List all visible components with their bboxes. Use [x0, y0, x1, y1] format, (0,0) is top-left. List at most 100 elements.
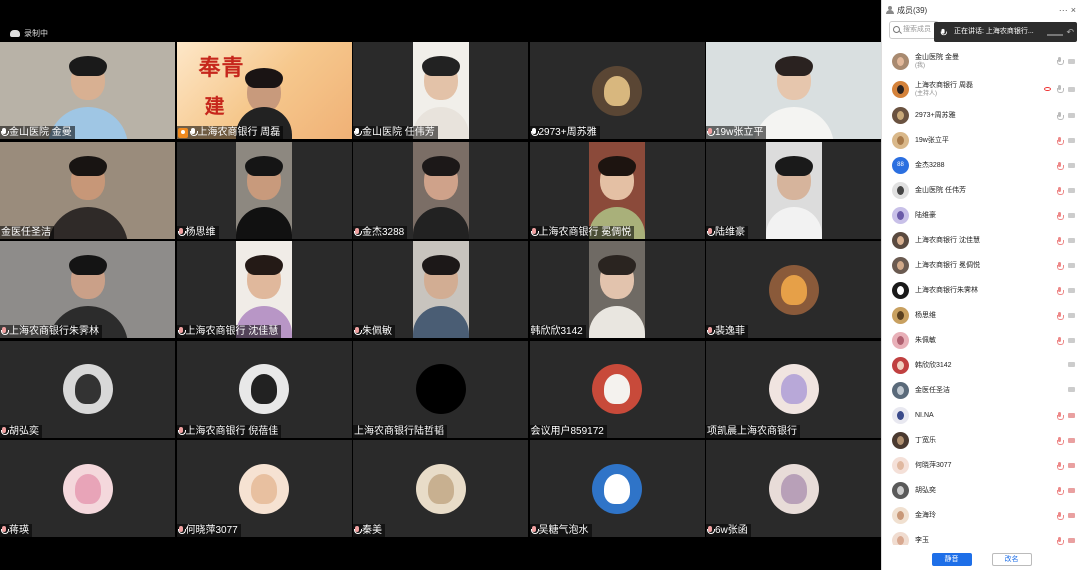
- video-tile[interactable]: 杨思维: [176, 141, 352, 239]
- member-row[interactable]: 金海玲: [882, 503, 1080, 528]
- member-row[interactable]: NI.NA: [882, 403, 1080, 428]
- mute-all-button[interactable]: 静音: [931, 552, 972, 566]
- video-tile[interactable]: 上海农商银行 倪蓓佳: [176, 340, 352, 438]
- member-row[interactable]: 何晓萍3077: [882, 453, 1080, 478]
- camera-icon[interactable]: [1068, 263, 1075, 268]
- video-tile[interactable]: 吴糖气泡水: [529, 440, 705, 537]
- participant-avatar: [415, 463, 466, 514]
- mic-muted-icon[interactable]: [1057, 436, 1064, 445]
- mic-icon[interactable]: [1057, 85, 1064, 93]
- mic-icon[interactable]: [1057, 57, 1064, 65]
- member-row[interactable]: 上海农商银行朱霁林: [882, 278, 1080, 303]
- video-tile[interactable]: 6w张函: [706, 440, 881, 537]
- video-tile[interactable]: 金山医院 任伟芳: [353, 42, 528, 139]
- member-row[interactable]: 上海农商银行 周磊 (主持人): [882, 75, 1080, 103]
- camera-icon[interactable]: [1068, 213, 1075, 218]
- member-row[interactable]: 丁宽乐: [882, 428, 1080, 453]
- member-row[interactable]: 88 金杰3288: [882, 153, 1080, 178]
- video-tile[interactable]: 上海农商银行 沈佳慧: [176, 241, 352, 338]
- avatar-figure: [897, 286, 904, 295]
- video-tile[interactable]: 项凯晨上海农商银行: [706, 340, 881, 438]
- member-row[interactable]: 陆维豪: [882, 203, 1080, 228]
- video-tile[interactable]: 会议用户859172: [529, 340, 705, 438]
- mic-muted-icon[interactable]: [1057, 161, 1064, 170]
- mic-muted-icon[interactable]: [1057, 236, 1064, 245]
- member-row[interactable]: 朱佩敏: [882, 328, 1080, 353]
- video-tile[interactable]: 裴逸菲: [706, 241, 881, 338]
- camera-off-icon[interactable]: [1068, 538, 1075, 543]
- member-row[interactable]: 上海农商银行 沈佳慧: [882, 228, 1080, 253]
- member-row[interactable]: 李玉: [882, 528, 1080, 545]
- mic-muted-icon[interactable]: [1057, 311, 1064, 320]
- mic-muted-icon[interactable]: [1057, 261, 1064, 270]
- participant-nameplate: 19w张立平: [706, 126, 767, 139]
- camera-icon[interactable]: [1068, 188, 1075, 193]
- camera-icon[interactable]: [1068, 338, 1075, 343]
- camera-off-icon[interactable]: [1068, 463, 1075, 468]
- mic-muted-icon[interactable]: [1057, 186, 1064, 195]
- member-row[interactable]: 2973+周苏雅: [882, 103, 1080, 128]
- video-tile[interactable]: 金山医院 金曼: [0, 42, 175, 139]
- mic-muted-icon[interactable]: [1057, 136, 1064, 145]
- rename-button[interactable]: 改名: [991, 552, 1032, 566]
- video-tile[interactable]: 19w张立平: [706, 42, 881, 139]
- camera-icon[interactable]: [1068, 58, 1075, 64]
- participant-avatar: [768, 264, 819, 315]
- member-list[interactable]: 金山医院 金曼 (我) 上海农商银行 周磊 (主持人) 2973+周苏雅 19w张立平 88…: [882, 47, 1080, 545]
- camera-off-icon[interactable]: [1068, 488, 1075, 493]
- video-tile[interactable]: 奉青建上海农商银行 周磊: [176, 42, 352, 139]
- participant-nameplate: 蒋瑛: [0, 524, 32, 537]
- member-status-icons: [1057, 161, 1075, 170]
- camera-icon[interactable]: [1068, 238, 1075, 243]
- member-row[interactable]: 金山医院 金曼 (我): [882, 47, 1080, 75]
- camera-icon[interactable]: [1068, 288, 1075, 293]
- video-tile[interactable]: 朱佩敏: [353, 241, 528, 338]
- mic-muted-icon[interactable]: [1057, 286, 1064, 295]
- mic-muted-icon[interactable]: [1057, 486, 1064, 495]
- member-status-icons: [1057, 186, 1075, 195]
- more-options-button[interactable]: ···: [1059, 5, 1068, 15]
- camera-icon[interactable]: [1068, 361, 1075, 367]
- mic-muted-icon[interactable]: [1057, 336, 1064, 345]
- video-tile[interactable]: 2973+周苏雅: [529, 42, 705, 139]
- close-panel-button[interactable]: ×: [1071, 5, 1076, 15]
- mic-muted-icon[interactable]: [1057, 411, 1064, 420]
- member-row[interactable]: 胡弘奕: [882, 478, 1080, 503]
- video-tile[interactable]: 蒋瑛: [0, 440, 175, 537]
- camera-icon[interactable]: [1068, 113, 1075, 118]
- member-row[interactable]: 杨思维: [882, 303, 1080, 328]
- video-tile[interactable]: 何晓萍3077: [176, 440, 352, 537]
- member-text: 金山医院 金曼 (我): [915, 53, 959, 70]
- video-tile[interactable]: 上海农商银行 冕倜悦: [529, 141, 705, 239]
- back-arrow-icon[interactable]: ↶: [1066, 27, 1074, 37]
- avatar-figure: [780, 274, 807, 305]
- camera-icon[interactable]: [1068, 138, 1075, 143]
- camera-icon[interactable]: [1068, 386, 1075, 392]
- member-row[interactable]: 19w张立平: [882, 128, 1080, 153]
- mic-muted-icon[interactable]: [1057, 511, 1064, 520]
- member-row[interactable]: 韩欣欣3142: [882, 353, 1080, 378]
- camera-off-icon[interactable]: [1068, 513, 1075, 518]
- video-tile[interactable]: 秦美: [353, 440, 528, 537]
- video-tile[interactable]: 上海农商银行朱霁林: [0, 241, 175, 338]
- camera-icon[interactable]: [1068, 163, 1075, 168]
- camera-off-icon[interactable]: [1068, 413, 1075, 418]
- camera-icon[interactable]: [1068, 313, 1075, 318]
- mic-muted-icon: [354, 327, 362, 336]
- video-tile[interactable]: 胡弘奕: [0, 340, 175, 438]
- video-tile[interactable]: 金杰3288: [353, 141, 528, 239]
- member-row[interactable]: 金山医院 任伟芳: [882, 178, 1080, 203]
- member-row[interactable]: 上海农商银行 冕倜悦: [882, 253, 1080, 278]
- mic-icon[interactable]: [1057, 111, 1064, 120]
- camera-icon[interactable]: [1068, 86, 1075, 92]
- video-tile[interactable]: 金医任圣洁: [0, 141, 175, 239]
- mic-muted-icon[interactable]: [1057, 461, 1064, 470]
- mic-muted-icon[interactable]: [1057, 536, 1064, 545]
- mic-muted-icon[interactable]: [1057, 211, 1064, 220]
- video-tile[interactable]: 韩欣欣3142: [529, 241, 705, 338]
- member-row[interactable]: 金医任圣洁: [882, 378, 1080, 403]
- camera-off-icon[interactable]: [1068, 438, 1075, 443]
- video-tile[interactable]: 上海农商银行陆哲韬: [353, 340, 528, 438]
- video-tile[interactable]: 陆维豪: [706, 141, 881, 239]
- member-search-input[interactable]: 搜索成员: [889, 21, 939, 39]
